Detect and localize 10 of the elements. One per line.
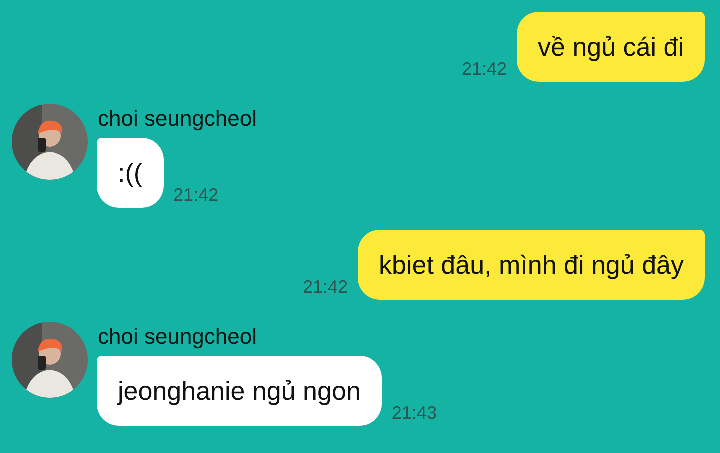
received-message: :((	[97, 138, 164, 208]
sender-name: choi seungcheol	[98, 106, 258, 132]
message-time: 21:42	[462, 59, 508, 80]
message-time: 21:43	[392, 403, 437, 424]
sender-name: choi seungcheol	[98, 324, 258, 350]
sent-message: kbiet đâu, mình đi ngủ đây	[358, 230, 705, 300]
message-time: 21:42	[302, 277, 348, 298]
message-time: 21:42	[174, 185, 219, 206]
sent-message: về ngủ cái đi	[517, 12, 705, 82]
received-message: jeonghanie ngủ ngon	[97, 356, 382, 426]
